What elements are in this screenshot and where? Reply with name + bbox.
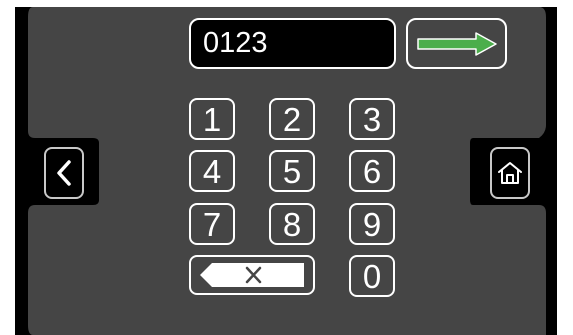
backspace-icon <box>200 263 304 287</box>
enter-button[interactable] <box>406 18 507 69</box>
home-button[interactable] <box>490 147 530 199</box>
back-button[interactable] <box>44 147 84 199</box>
key-8[interactable]: 8 <box>269 203 315 245</box>
key-label: 7 <box>202 205 222 243</box>
pin-display: 0123 <box>189 18 396 69</box>
key-label: 4 <box>202 152 222 190</box>
key-9[interactable]: 9 <box>349 203 395 245</box>
key-5[interactable]: 5 <box>269 150 315 192</box>
key-6[interactable]: 6 <box>349 150 395 192</box>
key-label: 6 <box>362 152 382 190</box>
key-label: 2 <box>282 100 302 138</box>
key-0[interactable]: 0 <box>349 255 395 297</box>
key-label: 1 <box>202 100 222 138</box>
key-label: 8 <box>282 205 302 243</box>
key-label: 0 <box>362 257 382 295</box>
key-4[interactable]: 4 <box>189 150 235 192</box>
key-3[interactable]: 3 <box>349 98 395 140</box>
pin-display-value: 0123 <box>203 27 268 59</box>
key-2[interactable]: 2 <box>269 98 315 140</box>
key-label: 9 <box>362 205 382 243</box>
keypad-screen: 0123 1 2 3 4 5 6 7 8 9 0 <box>15 7 557 335</box>
key-1[interactable]: 1 <box>189 98 235 140</box>
key-label: 3 <box>362 100 382 138</box>
key-label: 5 <box>282 152 302 190</box>
home-icon <box>498 162 522 184</box>
backspace-button[interactable] <box>189 255 315 295</box>
key-7[interactable]: 7 <box>189 203 235 245</box>
chevron-left-icon <box>57 160 71 186</box>
arrow-right-icon <box>416 31 497 56</box>
